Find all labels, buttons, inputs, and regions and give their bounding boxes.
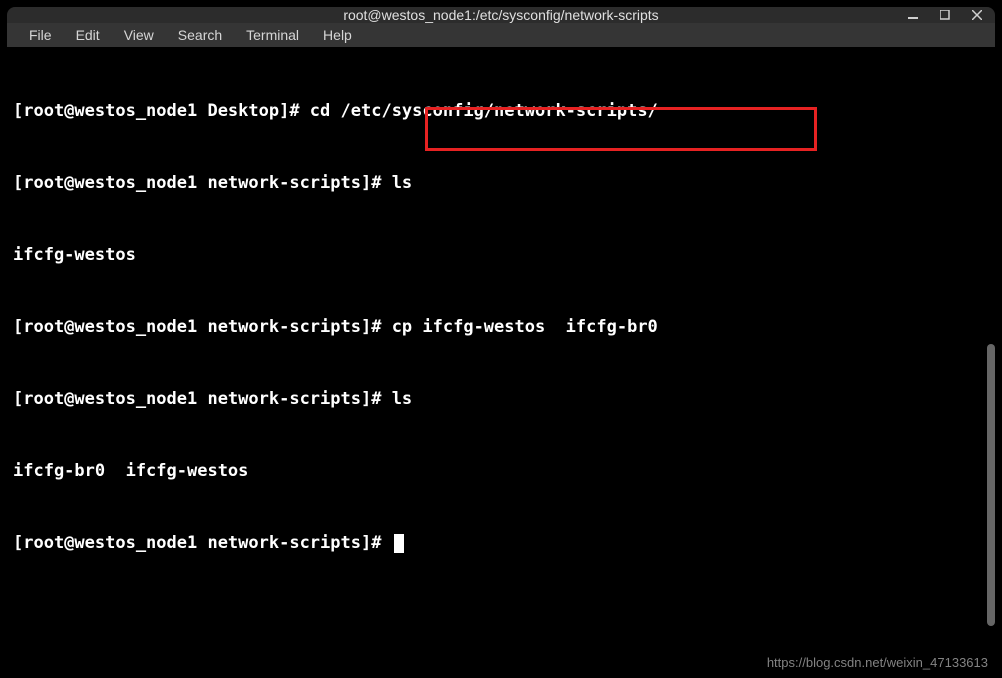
window-controls xyxy=(903,7,987,25)
menu-search[interactable]: Search xyxy=(166,23,234,47)
close-button[interactable] xyxy=(967,7,987,25)
prompt-text: [root@westos_node1 network-scripts]# xyxy=(13,533,392,553)
menubar: File Edit View Search Terminal Help xyxy=(7,23,995,47)
terminal-body[interactable]: [root@westos_node1 Desktop]# cd /etc/sys… xyxy=(7,47,995,651)
menu-edit[interactable]: Edit xyxy=(64,23,112,47)
titlebar: root@westos_node1:/etc/sysconfig/network… xyxy=(7,7,995,23)
terminal-prompt: [root@westos_node1 network-scripts]# xyxy=(13,531,989,555)
menu-view[interactable]: View xyxy=(112,23,166,47)
terminal-window: root@westos_node1:/etc/sysconfig/network… xyxy=(7,7,995,651)
maximize-button[interactable] xyxy=(935,7,955,25)
menu-file[interactable]: File xyxy=(17,23,64,47)
terminal-line: [root@westos_node1 network-scripts]# ls xyxy=(13,387,989,411)
terminal-line: [root@westos_node1 Desktop]# cd /etc/sys… xyxy=(13,99,989,123)
watermark-text: https://blog.csdn.net/weixin_47133613 xyxy=(767,655,988,670)
terminal-line: ifcfg-br0 ifcfg-westos xyxy=(13,459,989,483)
terminal-line: ifcfg-westos xyxy=(13,243,989,267)
scrollbar-thumb[interactable] xyxy=(987,344,995,626)
minimize-button[interactable] xyxy=(903,7,923,25)
terminal-line: [root@westos_node1 network-scripts]# cp … xyxy=(13,315,989,339)
terminal-line: [root@westos_node1 network-scripts]# ls xyxy=(13,171,989,195)
menu-terminal[interactable]: Terminal xyxy=(234,23,311,47)
window-title: root@westos_node1:/etc/sysconfig/network… xyxy=(343,7,658,23)
terminal-cursor xyxy=(394,534,404,553)
menu-help[interactable]: Help xyxy=(311,23,364,47)
